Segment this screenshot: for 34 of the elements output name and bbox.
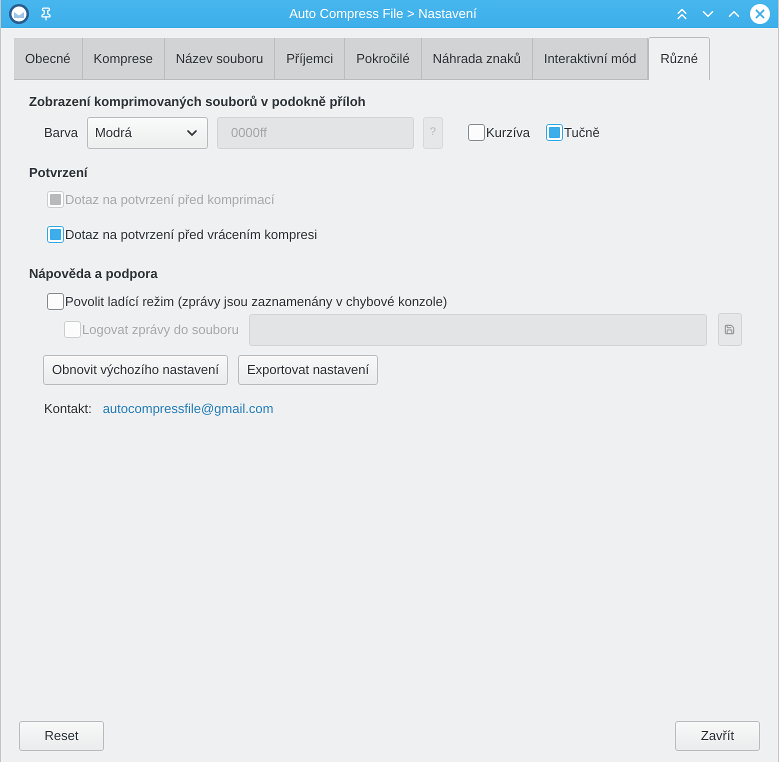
push-button[interactable]: Reset <box>19 721 104 751</box>
checkbox-label: Dotaz na potvrzení před komprimací <box>65 191 275 209</box>
checkbox-label: Kurzíva <box>486 124 530 142</box>
save-icon <box>724 324 736 335</box>
tab[interactable]: Název souboru <box>164 38 276 80</box>
tab[interactable]: Pokročilé <box>345 38 422 80</box>
pin-icon[interactable] <box>39 7 53 21</box>
push-button[interactable]: Zavřít <box>675 721 760 751</box>
checkbox-label: Tučně <box>564 124 600 142</box>
push-button[interactable]: Obnovit výchozího nastavení <box>43 355 228 385</box>
checkbox[interactable] <box>546 124 564 141</box>
color-dropdown[interactable]: Modrá <box>86 116 208 148</box>
checkbox-label: Povolit ladící režim (zprávy jsou zaznamenány v chybové konzole) <box>65 292 448 311</box>
tab[interactable]: Komprese <box>82 38 165 80</box>
section-heading: Potvrzení <box>29 164 89 182</box>
checkbox[interactable] <box>47 292 64 310</box>
contact-email-link[interactable]: autocompressfile@gmail.com <box>102 399 274 418</box>
contact-label: Kontakt: <box>44 400 92 418</box>
checkbox[interactable] <box>47 226 64 243</box>
checkbox-label: Logovat zprávy do souboru <box>82 320 239 339</box>
envelope-logo-icon <box>9 4 29 24</box>
tab[interactable]: Interaktivní mód <box>532 38 648 80</box>
tab[interactable]: Náhrada znaků <box>422 38 533 80</box>
checkbox-label: Dotaz na potvrzení před vrácením kompresi <box>65 226 318 244</box>
checkbox[interactable] <box>468 124 485 141</box>
section-heading: Nápověda a podpora <box>29 265 159 283</box>
close-icon[interactable] <box>750 4 770 24</box>
section-heading: Zobrazení komprimovaných souborů v podokně příloh <box>29 93 367 111</box>
push-button[interactable]: Exportovat nastavení <box>238 355 378 385</box>
tab[interactable]: Obecné <box>14 38 83 80</box>
window-title: Auto Compress File > Nastavení <box>288 5 478 24</box>
tab[interactable]: Různé <box>648 37 710 80</box>
color-label: Barva <box>44 124 78 142</box>
tab[interactable]: Příjemci <box>275 38 346 80</box>
